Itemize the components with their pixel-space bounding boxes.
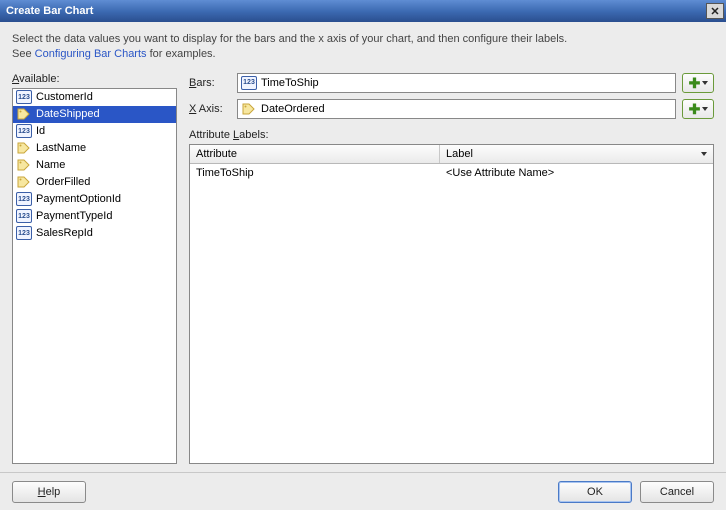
- window-title: Create Bar Chart: [6, 5, 93, 17]
- list-item-label: SalesRepId: [36, 227, 93, 239]
- cell-label[interactable]: <Use Attribute Name>: [440, 164, 713, 182]
- available-listbox[interactable]: 123 CustomerId DateShipped 123 Id LastName Nam…: [12, 88, 177, 464]
- chevron-down-icon: [702, 107, 708, 111]
- number-icon: 123: [16, 192, 32, 206]
- configuring-bar-charts-link[interactable]: Configuring Bar Charts: [35, 48, 147, 60]
- chevron-down-icon: [702, 81, 708, 85]
- list-item[interactable]: OrderFilled: [13, 174, 176, 191]
- number-icon: 123: [241, 76, 257, 90]
- cell-attribute: TimeToShip: [190, 164, 440, 182]
- title-bar: Create Bar Chart ✕: [0, 0, 726, 22]
- list-item[interactable]: DateShipped: [13, 106, 176, 123]
- xaxis-value: DateOrdered: [261, 103, 325, 115]
- list-item-label: LastName: [36, 142, 86, 154]
- plus-icon: ✚: [689, 103, 701, 115]
- dialog-content: Select the data values you want to displ…: [0, 22, 726, 464]
- close-icon: ✕: [710, 5, 719, 18]
- list-item-label: Id: [36, 125, 45, 137]
- number-icon: 123: [16, 90, 32, 104]
- bars-label: Bars:: [189, 77, 231, 89]
- table-header: Attribute Label: [190, 145, 713, 164]
- column-attribute[interactable]: Attribute: [190, 145, 440, 163]
- attribute-labels-heading: Attribute Labels:: [189, 129, 714, 141]
- table-row[interactable]: TimeToShip<Use Attribute Name>: [190, 164, 713, 182]
- tag-icon: [16, 175, 32, 189]
- attribute-labels-table[interactable]: Attribute Label TimeToShip<Use Attribute…: [189, 144, 714, 464]
- tag-icon: [16, 107, 32, 121]
- column-label[interactable]: Label: [440, 145, 713, 163]
- list-item[interactable]: 123 Id: [13, 123, 176, 140]
- list-item-label: PaymentOptionId: [36, 193, 121, 205]
- list-item[interactable]: Name: [13, 157, 176, 174]
- number-icon: 123: [16, 209, 32, 223]
- instructions-suffix: for examples.: [147, 48, 216, 60]
- list-item[interactable]: 123 SalesRepId: [13, 225, 176, 242]
- list-item[interactable]: 123 PaymentOptionId: [13, 191, 176, 208]
- number-icon: 123: [16, 124, 32, 138]
- available-label: Available:: [12, 73, 177, 85]
- list-item-label: DateShipped: [36, 108, 100, 120]
- tag-icon: [16, 141, 32, 155]
- instructions-text: Select the data values you want to displ…: [12, 32, 714, 63]
- list-item[interactable]: 123 CustomerId: [13, 89, 176, 106]
- bars-input[interactable]: 123 TimeToShip: [237, 73, 676, 93]
- plus-icon: ✚: [689, 77, 701, 89]
- cancel-button[interactable]: Cancel: [640, 481, 714, 503]
- list-item-label: OrderFilled: [36, 176, 90, 188]
- ok-button[interactable]: OK: [558, 481, 632, 503]
- close-button[interactable]: ✕: [706, 3, 724, 19]
- bars-value: TimeToShip: [261, 77, 319, 89]
- list-item-label: CustomerId: [36, 91, 93, 103]
- tag-icon: [16, 158, 32, 172]
- chevron-down-icon: [701, 152, 707, 156]
- list-item[interactable]: 123 PaymentTypeId: [13, 208, 176, 225]
- tag-icon: [241, 102, 257, 116]
- list-item-label: PaymentTypeId: [36, 210, 112, 222]
- instructions-prefix: See: [12, 48, 35, 60]
- column-label-text: Label: [446, 148, 473, 160]
- help-button[interactable]: Help: [12, 481, 86, 503]
- button-bar: Help OK Cancel: [0, 472, 726, 510]
- xaxis-input[interactable]: DateOrdered: [237, 99, 676, 119]
- list-item[interactable]: LastName: [13, 140, 176, 157]
- number-icon: 123: [16, 226, 32, 240]
- list-item-label: Name: [36, 159, 65, 171]
- add-xaxis-button[interactable]: ✚: [682, 99, 714, 119]
- add-bars-button[interactable]: ✚: [682, 73, 714, 93]
- instructions-line1: Select the data values you want to displ…: [12, 33, 567, 45]
- xaxis-label: X Axis:: [189, 103, 231, 115]
